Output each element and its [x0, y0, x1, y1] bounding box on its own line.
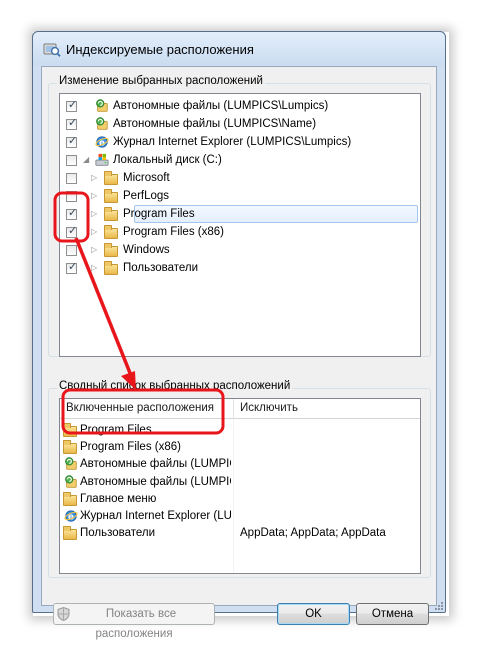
tree-item-label: Локальный диск (C:): [113, 154, 222, 166]
indexing-options-icon: [43, 43, 61, 57]
internet-explorer-icon: e: [64, 510, 78, 523]
tree-item-checkbox[interactable]: ✓: [66, 224, 78, 238]
dialog-client-area: Изменение выбранных расположений ✓ Автоно…: [41, 66, 437, 640]
tree-item-checkbox[interactable]: [66, 245, 77, 256]
folder-icon: [104, 261, 118, 275]
folder-icon: [104, 171, 118, 185]
tree-item-label: Журнал Internet Explorer (LUMPICS\Lumpic…: [113, 136, 352, 148]
expand-arrow-icon[interactable]: ▷: [91, 209, 97, 218]
ok-button[interactable]: OK: [277, 603, 350, 625]
folder-icon: [63, 526, 77, 541]
folder-icon: [63, 440, 77, 455]
checkmark-icon: ✓: [68, 98, 78, 111]
tree-item-checkbox[interactable]: [66, 173, 77, 184]
tree-item-label: Автономные файлы (LUMPICS\Name): [113, 118, 317, 130]
folder-icon: [63, 491, 77, 506]
internet-explorer-icon: e: [95, 136, 109, 149]
tree-item-checkbox[interactable]: ✓: [66, 134, 78, 148]
folder-icon: [104, 243, 118, 257]
show-all-locations-label: Показать все расположения: [95, 608, 177, 640]
title-bar[interactable]: Индексируемые расположения: [33, 32, 445, 66]
checkmark-icon: ✓: [68, 116, 78, 129]
tree-item-label: Microsoft: [123, 172, 170, 184]
folder-icon: [104, 189, 118, 203]
checkmark-icon: ✓: [68, 206, 78, 219]
tree-item-checkbox[interactable]: ✓: [66, 206, 78, 220]
folder-icon: [63, 423, 77, 437]
locations-tree[interactable]: ✓ Автономные файлы (LUMPICS\Lumpics) ✓ Авто…: [59, 93, 421, 357]
expand-arrow-icon[interactable]: ▷: [91, 173, 97, 182]
resize-grip-icon[interactable]: [433, 600, 443, 610]
summary-included-cell: Журнал Internet Explorer (LUMPICS\Lumpic…: [80, 510, 231, 522]
column-header-exclude[interactable]: Исключить: [234, 399, 420, 419]
summary-included-cell: Пользователи: [80, 527, 156, 540]
change-locations-group-label: Изменение выбранных расположений: [57, 75, 265, 87]
summary-included-cell: Главное меню: [80, 492, 157, 505]
offline-files-icon: [96, 117, 108, 130]
folder-icon: [104, 225, 118, 239]
expand-arrow-icon[interactable]: ▷: [91, 245, 97, 254]
summary-included-cell: Program Files: [80, 424, 152, 436]
expand-arrow-icon[interactable]: ▷: [91, 227, 97, 236]
summary-included-cell: Автономные файлы (LUMPICS\Lumpics): [80, 458, 231, 471]
tree-item-label: Windows: [123, 244, 170, 256]
uac-shield-icon: [57, 607, 70, 621]
offline-files-icon: [96, 99, 108, 112]
tree-item-label: Program Files (x86): [123, 226, 224, 238]
expand-arrow-icon[interactable]: ▷: [91, 263, 97, 272]
checkmark-icon: ✓: [68, 224, 78, 237]
summary-included-cell: Автономные файлы (LUMPICS\Name): [80, 475, 231, 488]
collapse-arrow-icon[interactable]: ◢: [83, 155, 89, 164]
summary-included-cell: Program Files (x86): [80, 441, 181, 454]
tree-item-checkbox[interactable]: ✓: [66, 98, 78, 112]
window-title: Индексируемые расположения: [66, 42, 254, 57]
tree-item-checkbox[interactable]: ✓: [66, 260, 78, 274]
offline-files-icon: [65, 474, 77, 488]
tree-item-checkbox[interactable]: [66, 155, 77, 166]
offline-files-icon: [65, 457, 77, 471]
checkmark-icon: ✓: [68, 134, 78, 147]
show-all-locations-button[interactable]: Показать все расположения: [53, 603, 215, 640]
summary-exclude-cell: AppData; AppData; AppData: [240, 527, 386, 540]
folder-icon: [104, 207, 118, 221]
checkmark-icon: ✓: [68, 260, 78, 273]
local-disk-icon: [95, 153, 109, 166]
tree-item-label: Автономные файлы (LUMPICS\Lumpics): [113, 100, 329, 112]
tree-item-checkbox[interactable]: [66, 191, 77, 202]
indexed-locations-dialog: Индексируемые расположения Изменение выб…: [32, 31, 446, 640]
tree-item-label: Пользователи: [123, 262, 199, 274]
cancel-button[interactable]: Отмена: [356, 603, 429, 625]
summary-group-label: Сводный список выбранных расположений: [57, 380, 293, 392]
tree-item-checkbox[interactable]: ✓: [66, 116, 78, 130]
expand-arrow-icon[interactable]: ▷: [91, 191, 97, 200]
tree-item-label: PerfLogs: [123, 190, 170, 202]
column-header-included[interactable]: Включенные расположения: [60, 399, 233, 419]
tree-item-label: Program Files: [123, 208, 195, 220]
summary-list[interactable]: Включенные расположения Исключить Progra…: [59, 398, 421, 574]
